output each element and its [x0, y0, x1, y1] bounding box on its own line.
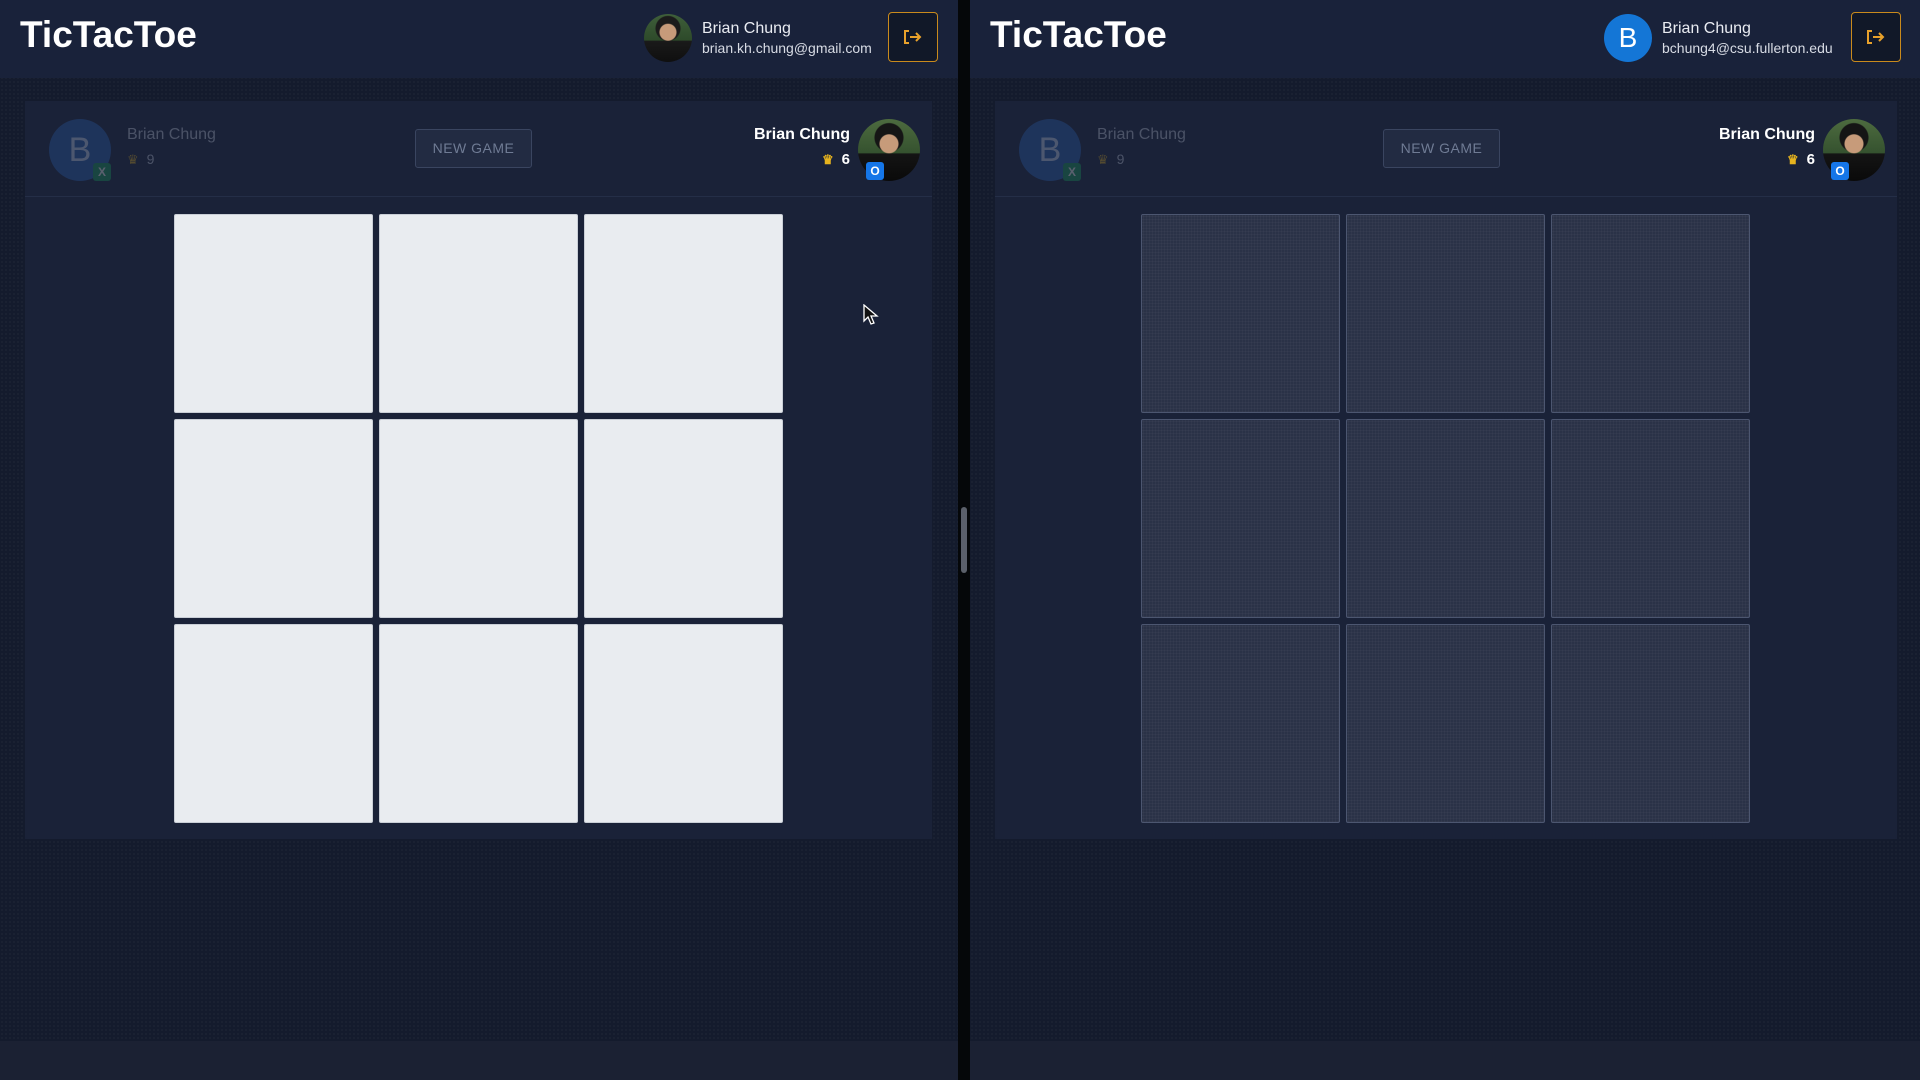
board-cell[interactable] — [1141, 624, 1340, 823]
board-cell[interactable] — [584, 624, 783, 823]
logout-button[interactable] — [1851, 12, 1901, 62]
new-game-button[interactable]: NEW GAME — [415, 129, 532, 168]
game-board — [1141, 214, 1753, 826]
user-name: Brian Chung — [1662, 20, 1751, 37]
player-x-score: 9 — [1116, 151, 1125, 167]
user-name: Brian Chung — [702, 20, 791, 37]
player-o-card: Brian Chung ♛ 6 O — [736, 119, 926, 183]
o-mark-badge: O — [1831, 162, 1849, 180]
game-panel: B X Brian Chung ♛ 9 NEW GAME Brian Chung … — [25, 101, 932, 839]
player-x-score-row: ♛ 9 — [1097, 151, 1124, 168]
x-mark-badge: X — [93, 163, 111, 181]
board-cell[interactable] — [379, 419, 578, 618]
board-cell[interactable] — [1551, 214, 1750, 413]
player-x-score: 9 — [146, 151, 155, 167]
board-cell[interactable] — [379, 624, 578, 823]
x-mark-badge: X — [1063, 163, 1081, 181]
new-game-button[interactable]: NEW GAME — [1383, 129, 1500, 168]
crown-icon: ♛ — [1097, 152, 1109, 167]
logout-icon — [904, 30, 922, 44]
board-cell[interactable] — [1551, 624, 1750, 823]
o-mark-badge: O — [866, 162, 884, 180]
board-cell[interactable] — [584, 419, 783, 618]
logout-icon — [1867, 30, 1885, 44]
crown-icon: ♛ — [822, 152, 834, 167]
board-cell[interactable] — [1346, 624, 1545, 823]
players-bar: B X Brian Chung ♛ 9 NEW GAME Brian Chung … — [995, 101, 1897, 197]
crown-icon: ♛ — [1787, 152, 1799, 167]
crown-icon: ♛ — [127, 152, 139, 167]
player-o-name: Brian Chung — [1719, 126, 1815, 143]
player-o-score: 6 — [1806, 151, 1815, 168]
player-x-score-row: ♛ 9 — [127, 151, 154, 168]
player-o-score-row: ♛ 6 — [1787, 151, 1815, 168]
board-cell[interactable] — [1346, 419, 1545, 618]
user-info: B Brian Chung bchung4@csu.fullerton.edu — [1604, 14, 1854, 64]
app-header: TicTacToe Brian Chung brian.kh.chung@gma… — [0, 0, 958, 78]
board-cell[interactable] — [1346, 214, 1545, 413]
left-window: TicTacToe Brian Chung brian.kh.chung@gma… — [0, 0, 958, 1080]
player-x-name: Brian Chung — [127, 126, 216, 143]
user-avatar — [644, 14, 692, 62]
player-x-name: Brian Chung — [1097, 126, 1186, 143]
player-o-score-row: ♛ 6 — [822, 151, 850, 168]
players-bar: B X Brian Chung ♛ 9 NEW GAME Brian Chung … — [25, 101, 932, 197]
player-o-card: Brian Chung ♛ 6 O — [1701, 119, 1891, 183]
app-title: TicTacToe — [990, 14, 1167, 55]
board-cell[interactable] — [1141, 419, 1340, 618]
user-email: brian.kh.chung@gmail.com — [702, 40, 872, 56]
user-avatar: B — [1604, 14, 1652, 62]
game-panel: B X Brian Chung ♛ 9 NEW GAME Brian Chung … — [995, 101, 1897, 839]
logout-button[interactable] — [888, 12, 938, 62]
footer-bar — [0, 1041, 958, 1080]
user-info: Brian Chung brian.kh.chung@gmail.com — [644, 14, 884, 64]
player-o-score: 6 — [841, 151, 850, 168]
app-title: TicTacToe — [20, 14, 197, 55]
board-cell[interactable] — [174, 624, 373, 823]
game-board — [174, 214, 786, 826]
right-window: TicTacToe B Brian Chung bchung4@csu.full… — [970, 0, 1920, 1080]
board-cell[interactable] — [584, 214, 783, 413]
player-o-name: Brian Chung — [754, 126, 850, 143]
board-cell[interactable] — [379, 214, 578, 413]
board-cell[interactable] — [174, 214, 373, 413]
board-cell[interactable] — [174, 419, 373, 618]
divider-drag-handle[interactable] — [961, 507, 967, 573]
app-header: TicTacToe B Brian Chung bchung4@csu.full… — [970, 0, 1920, 78]
user-email: bchung4@csu.fullerton.edu — [1662, 40, 1833, 56]
mouse-cursor-icon — [863, 304, 879, 325]
board-cell[interactable] — [1141, 214, 1340, 413]
board-cell[interactable] — [1551, 419, 1750, 618]
footer-bar — [970, 1041, 1920, 1080]
